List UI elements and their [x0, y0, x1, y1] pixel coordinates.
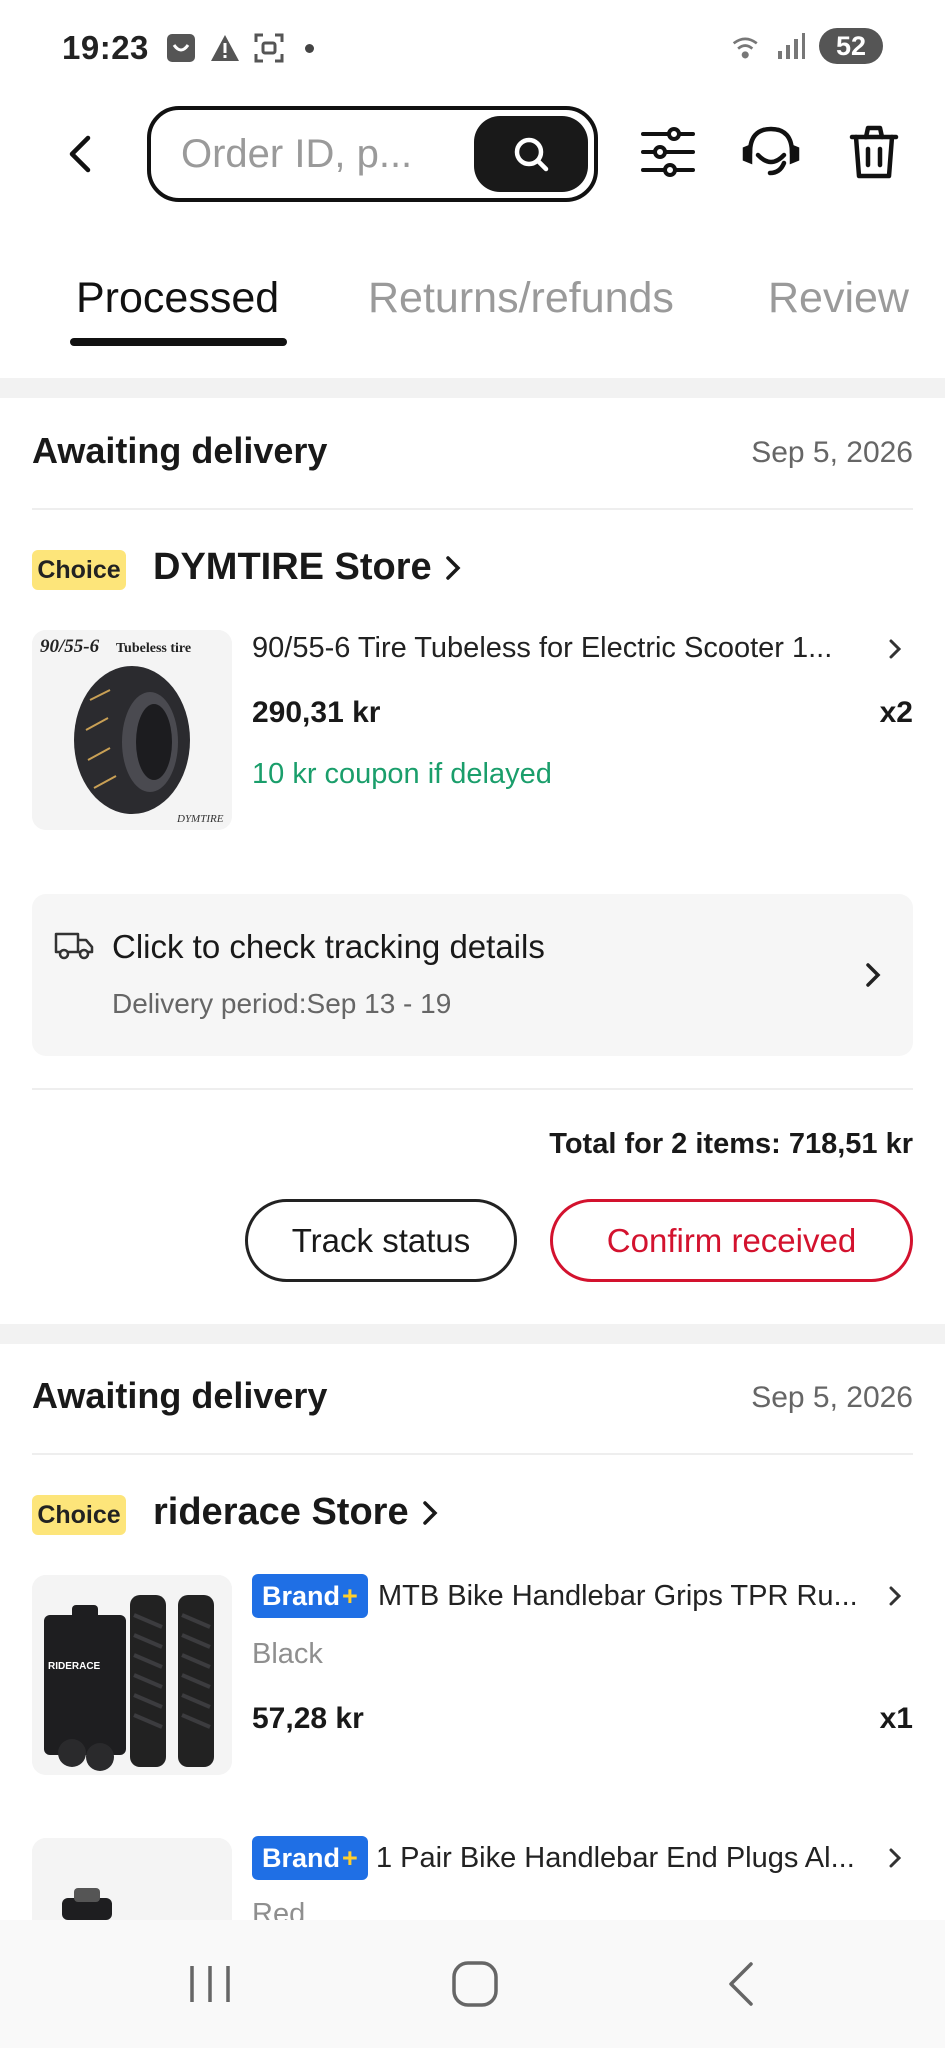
store-name: riderace Store [153, 1491, 409, 1533]
more-notifications-dot [304, 43, 314, 53]
product-price: 57,28 kr [252, 1702, 364, 1735]
chevron-right-icon [445, 555, 461, 580]
search-placeholder: Order ID, p... [181, 131, 413, 176]
section-divider [0, 378, 945, 398]
filter-button[interactable] [636, 120, 700, 184]
customer-support-button[interactable] [739, 120, 803, 184]
home-icon [452, 1961, 498, 2007]
divider [32, 1088, 913, 1090]
recent-apps-button[interactable] [180, 1956, 240, 2012]
search-icon [514, 137, 549, 172]
thumb-brand: RIDERACE [48, 1661, 101, 1672]
thumb-size-label: 90/55-6 [40, 636, 100, 657]
header-bar: Order ID, p... [0, 100, 945, 206]
chevron-right-icon [422, 1500, 438, 1525]
order-tabs: Processed Returns/refunds Review [0, 262, 945, 352]
home-button[interactable] [445, 1956, 505, 2012]
chevron-right-icon [889, 1848, 902, 1868]
order-total: Total for 2 items: 718,51 kr [549, 1128, 913, 1160]
support-icon [742, 126, 800, 176]
order-status: Awaiting delivery [32, 430, 328, 471]
thumb-brand: DYMTIRE [176, 813, 224, 825]
order-status: Awaiting delivery [32, 1375, 328, 1416]
back-nav-icon [729, 1962, 753, 2006]
status-bar: 19:23 52 [0, 0, 945, 96]
tab-returns-refunds[interactable]: Returns/refunds [368, 274, 674, 323]
delay-coupon-note: 10 kr coupon if delayed [252, 758, 552, 790]
product-chevron[interactable] [883, 1582, 907, 1610]
delivery-period: Delivery period:Sep 13 - 19 [112, 988, 452, 1019]
thumb-caption: Tubeless tire [116, 641, 191, 656]
chevron-right-icon [889, 639, 902, 659]
product-chevron[interactable] [883, 635, 907, 663]
choice-badge: Choice [32, 550, 126, 590]
wifi-5g-icon [731, 30, 763, 62]
chevron-right-icon [866, 963, 881, 987]
search-input[interactable]: Order ID, p... [147, 106, 598, 202]
product-title[interactable]: MTB Bike Handlebar Grips TPR Ru... [378, 1580, 858, 1613]
system-back-button[interactable] [710, 1956, 770, 2012]
delivery-truck-icon [54, 932, 94, 960]
track-status-button[interactable]: Track status [245, 1199, 517, 1282]
product-thumbnail[interactable]: 90/55-6 Tubeless tire DYMTIRE [32, 630, 232, 830]
divider [32, 508, 913, 510]
choice-badge: Choice [32, 1495, 126, 1535]
store-link[interactable]: DYMTIRE Store [153, 546, 462, 589]
divider [32, 1453, 913, 1455]
product-price: 290,31 kr [252, 696, 381, 729]
tab-processed[interactable]: Processed [76, 274, 279, 323]
notification-icon [165, 32, 197, 64]
chevron-right-icon [889, 1586, 902, 1606]
status-icons-right: 52 [731, 28, 883, 64]
alert-icon [209, 32, 241, 64]
product-thumbnail[interactable] [32, 1838, 232, 1920]
product-title[interactable]: 90/55-6 Tire Tubeless for Electric Scoot… [252, 632, 832, 665]
back-icon [69, 135, 91, 173]
signal-icon [775, 30, 807, 62]
order-date: Sep 5, 2026 [751, 1381, 913, 1414]
battery-level: 52 [819, 28, 883, 64]
tracking-details-card[interactable]: Click to check tracking details Delivery… [32, 894, 913, 1056]
order-date: Sep 5, 2026 [751, 436, 913, 469]
trash-icon [849, 125, 899, 179]
recent-apps-icon [190, 1966, 230, 2002]
delete-button[interactable] [842, 120, 906, 184]
section-divider [0, 1324, 945, 1344]
confirm-received-button[interactable]: Confirm received [550, 1199, 913, 1282]
tracking-title: Click to check tracking details [112, 928, 545, 965]
system-nav-bar [0, 1920, 945, 2048]
product-thumbnail[interactable]: RIDERACE [32, 1575, 232, 1775]
status-time: 19:23 [62, 29, 149, 66]
filter-icon [641, 127, 695, 177]
product-quantity: x1 [879, 1702, 913, 1735]
tab-review[interactable]: Review [768, 274, 909, 323]
screenshot-icon [253, 32, 285, 64]
product-title[interactable]: 1 Pair Bike Handlebar End Plugs Al... [376, 1842, 855, 1875]
brand-plus-badge: Brand + [252, 1574, 368, 1618]
store-name: DYMTIRE Store [153, 546, 432, 588]
product-variant: Black [252, 1638, 323, 1670]
back-button[interactable] [50, 124, 110, 184]
search-button[interactable] [474, 116, 588, 192]
status-icons-left [165, 32, 314, 64]
active-tab-indicator [70, 338, 287, 346]
product-chevron[interactable] [883, 1844, 907, 1872]
brand-plus-badge: Brand + [252, 1836, 368, 1880]
store-link[interactable]: riderace Store [153, 1491, 439, 1534]
product-quantity: x2 [879, 696, 913, 729]
